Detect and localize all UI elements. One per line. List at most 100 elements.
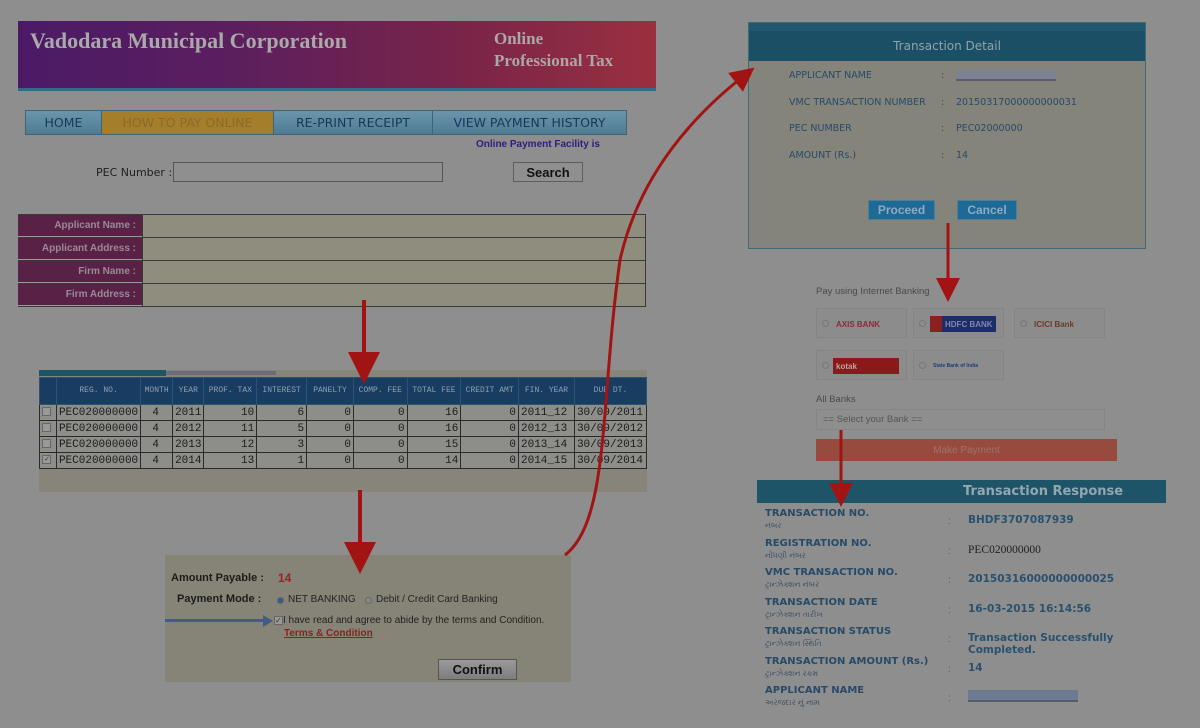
cell-reg-no: PEC020000000 <box>55 420 142 437</box>
terms-agree-text: I have read and agree to abide by the te… <box>283 615 545 626</box>
cell-year: 2013 <box>172 436 205 453</box>
bank-radio[interactable] <box>1020 320 1027 327</box>
cell-comp-fee: 0 <box>352 420 408 437</box>
icici-bank-logo: ICICI Bank <box>1034 319 1075 329</box>
response-label-gujarati: ટ્રાન્ઝેક્શન નંબર <box>765 580 820 589</box>
transaction-detail-panel: Transaction Detail APPLICANT NAME : VMC … <box>748 22 1146 249</box>
hdfc-bank-logo: HDFC BANK <box>930 316 996 332</box>
cell-credit-amt: 0 <box>460 420 519 437</box>
col-select <box>39 377 57 405</box>
dues-table-row: PEC020000000 4 2012 11 5 0 0 16 0 2012_13 30/09/20… <box>39 420 648 437</box>
cell-due-dt: 30/09/2013 <box>573 436 648 453</box>
cell-comp-fee: 0 <box>352 436 408 453</box>
cell-total-fee: 15 <box>406 436 462 453</box>
confirm-button[interactable]: Confirm <box>438 659 517 680</box>
cell-due-dt: 30/09/2014 <box>573 452 648 469</box>
bank-option-icici[interactable]: ICICI Bank <box>1014 308 1105 338</box>
response-value: 16-03-2015 16:14:56 <box>968 602 1092 615</box>
bank-radio[interactable] <box>822 362 829 369</box>
kotak-bank-logo: kotak <box>833 358 899 374</box>
sbi-bank-logo: State Bank of India <box>933 363 979 369</box>
terms-link[interactable]: Terms & Condition <box>284 628 373 639</box>
nav-reprint-receipt[interactable]: RE-PRINT RECEIPT <box>274 111 433 134</box>
make-payment-button[interactable]: Make Payment <box>816 439 1117 461</box>
nav-payment-history[interactable]: VIEW PAYMENT HISTORY <box>433 111 626 134</box>
bank-option-kotak[interactable]: kotak <box>816 350 907 380</box>
cell-due-dt: 30/09/2012 <box>573 420 648 437</box>
firm-address-value <box>142 284 646 306</box>
dues-table: REG. NO. MONTH YEAR PROF. TAX INTEREST P… <box>39 377 648 469</box>
applicant-address-value <box>142 238 646 260</box>
bank-select-dropdown[interactable]: == Select your Bank == <box>816 409 1105 430</box>
transaction-response-title: Transaction Response <box>757 480 1166 503</box>
cell-year: 2012 <box>172 420 205 437</box>
response-colon: : <box>948 545 951 557</box>
bank-radio[interactable] <box>919 362 926 369</box>
response-colon: : <box>948 663 951 675</box>
bank-option-sbi[interactable]: State Bank of India <box>913 350 1004 380</box>
response-value: PEC020000000 <box>968 543 1041 556</box>
col-month: MONTH <box>140 377 174 405</box>
nav-home[interactable]: HOME <box>26 111 102 134</box>
td-vmc-txn-label: VMC TRANSACTION NUMBER <box>789 97 926 108</box>
applicant-address-row: Applicant Address : <box>18 238 646 261</box>
response-row: REGISTRATION NO. નોંધણી નંબર: PEC020000000 <box>765 538 1165 567</box>
axis-bank-logo: AXIS BANK <box>836 319 881 329</box>
td-colon: : <box>941 97 945 108</box>
bank-radio[interactable] <box>919 320 926 327</box>
pec-number-label: PEC Number : <box>96 166 173 179</box>
search-button[interactable]: Search <box>513 162 583 182</box>
row-checkbox[interactable]: ✓ <box>42 455 52 465</box>
amount-payable-value: 14 <box>278 571 292 585</box>
cell-penalty: 0 <box>306 420 354 437</box>
response-label: VMC TRANSACTION NO. <box>765 567 898 578</box>
row-select-cell: ✓ <box>39 452 57 469</box>
cell-fin-year: 2012_13 <box>518 420 575 437</box>
response-label: REGISTRATION NO. <box>765 537 872 549</box>
dues-table-panel: REG. NO. MONTH YEAR PROF. TAX INTEREST P… <box>39 370 648 492</box>
cell-penalty: 0 <box>306 404 354 421</box>
all-banks-label: All Banks <box>816 394 856 405</box>
td-vmc-txn-value: 20150317000000000031 <box>956 97 1077 108</box>
dues-table-header: REG. NO. MONTH YEAR PROF. TAX INTEREST P… <box>39 377 648 405</box>
header-banner: Vadodara Municipal Corporation Online Pr… <box>18 21 656 91</box>
response-colon: : <box>948 693 951 704</box>
bank-radio[interactable] <box>822 320 829 327</box>
td-applicant-name-redacted <box>956 70 1056 81</box>
nav-how-to-pay[interactable]: HOW TO PAY ONLINE <box>102 111 274 134</box>
cell-total-fee: 16 <box>406 404 462 421</box>
cell-fin-year: 2013_14 <box>518 436 575 453</box>
net-banking-radio[interactable] <box>277 597 284 604</box>
cell-year: 2011 <box>172 404 205 421</box>
row-checkbox[interactable] <box>42 407 52 417</box>
pec-number-input[interactable] <box>173 162 443 182</box>
td-amount-value: 14 <box>956 150 969 161</box>
cell-penalty: 0 <box>306 452 354 469</box>
cell-comp-fee: 0 <box>352 452 408 469</box>
row-select-cell <box>39 436 57 453</box>
row-checkbox[interactable] <box>42 439 52 449</box>
cancel-button[interactable]: Cancel <box>957 200 1017 220</box>
col-interest: INTEREST <box>256 377 308 405</box>
bank-option-hdfc[interactable]: HDFC BANK <box>913 308 1004 338</box>
pointer-arrow-shaft <box>165 619 265 622</box>
col-year: YEAR <box>172 377 205 405</box>
cell-total-fee: 14 <box>406 452 462 469</box>
row-checkbox[interactable] <box>42 423 52 433</box>
firm-name-row: Firm Name : <box>18 261 646 284</box>
td-colon: : <box>941 150 945 161</box>
bank-option-axis[interactable]: AXIS BANK <box>816 308 907 338</box>
col-due-dt: DUE DT. <box>573 377 648 405</box>
cell-interest: 6 <box>256 404 308 421</box>
terms-checkbox[interactable]: ✓ <box>274 616 283 625</box>
applicant-details-form: Applicant Name : Applicant Address : Fir… <box>18 214 646 307</box>
proceed-button[interactable]: Proceed <box>868 200 935 220</box>
transaction-detail-title: Transaction Detail <box>749 23 1145 61</box>
cell-credit-amt: 0 <box>460 404 519 421</box>
cell-prof-tax: 11 <box>203 420 258 437</box>
payment-mode-label: Payment Mode : <box>177 593 262 605</box>
response-label-gujarati: ટ્રાન્ઝેક્શન સ્થિતિ <box>765 639 822 648</box>
card-banking-radio[interactable] <box>365 597 372 604</box>
col-reg-no: REG. NO. <box>55 377 142 405</box>
cell-interest: 5 <box>256 420 308 437</box>
